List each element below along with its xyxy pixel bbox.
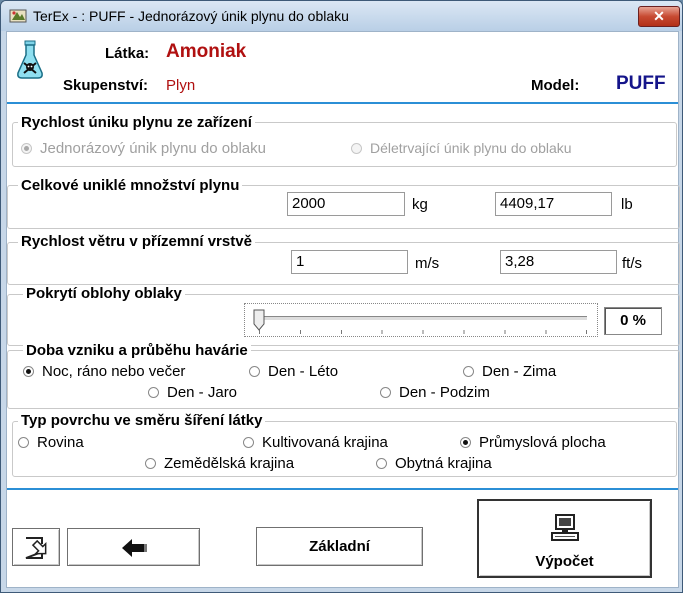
substance-label: Látka: bbox=[105, 45, 150, 62]
radio-label: Den - Léto bbox=[268, 363, 339, 380]
total-amount-title: Celkové uniklé množství plynu bbox=[18, 177, 243, 194]
radio-dot bbox=[18, 437, 29, 448]
slider-track bbox=[259, 316, 587, 321]
radio-dot bbox=[21, 143, 32, 154]
radio-industrial[interactable]: Průmyslová plocha bbox=[460, 434, 606, 451]
radio-continuous-release[interactable]: Déletrvající únik plynu do oblaku bbox=[351, 140, 572, 156]
app-window: TerEx - : PUFF - Jednorázový únik plynu … bbox=[0, 0, 683, 593]
back-button[interactable] bbox=[67, 528, 200, 566]
cloud-cover-title: Pokrytí oblohy oblaky bbox=[23, 285, 185, 302]
radio-label: Den - Podzim bbox=[399, 384, 490, 401]
slider-ticks bbox=[259, 330, 589, 334]
release-rate-title: Rychlost úniku plynu ze zařízení bbox=[18, 114, 255, 131]
calculate-button-label: Výpočet bbox=[535, 553, 594, 570]
radio-dot bbox=[249, 366, 260, 377]
radio-day-summer[interactable]: Den - Léto bbox=[249, 363, 338, 380]
cloud-cover-slider[interactable] bbox=[244, 303, 598, 337]
radio-dot bbox=[351, 142, 362, 154]
radio-agricultural[interactable]: Zemědělská krajina bbox=[145, 455, 294, 472]
phase-label: Skupenství: bbox=[63, 77, 149, 94]
radio-dot bbox=[376, 458, 387, 469]
title-bar[interactable]: TerEx - : PUFF - Jednorázový únik plynu … bbox=[1, 1, 682, 31]
time-of-event-title: Doba vzniku a průběhu havárie bbox=[23, 342, 251, 359]
unit-fts: ft/s bbox=[622, 255, 643, 272]
radio-instant-release[interactable]: Jednorázový únik plynu do oblaku bbox=[21, 140, 266, 157]
toxic-flask-icon bbox=[17, 40, 43, 79]
radio-residential[interactable]: Obytná krajina bbox=[376, 455, 492, 472]
slider-thumb[interactable] bbox=[253, 309, 265, 331]
radio-label: Déletrvající únik plynu do oblaku bbox=[370, 140, 572, 156]
radio-label: Jednorázový únik plynu do oblaku bbox=[40, 140, 266, 157]
radio-dot bbox=[463, 366, 474, 377]
exit-button[interactable] bbox=[12, 528, 60, 566]
radio-dot bbox=[460, 437, 471, 448]
radio-dot bbox=[148, 387, 159, 398]
close-button[interactable]: ✕ bbox=[638, 6, 680, 27]
app-logo-icon bbox=[9, 9, 27, 23]
radio-label: Zemědělská krajina bbox=[164, 455, 295, 472]
radio-label: Průmyslová plocha bbox=[479, 434, 606, 451]
wind-fts-input[interactable]: 3,28 bbox=[500, 250, 617, 274]
cloud-cover-readout: 0 % bbox=[604, 307, 662, 335]
radio-cultivated[interactable]: Kultivovaná krajina bbox=[243, 434, 388, 451]
radio-dot bbox=[23, 366, 34, 377]
basic-button[interactable]: Základní bbox=[256, 527, 423, 566]
radio-dot bbox=[243, 437, 254, 448]
radio-night[interactable]: Noc, ráno nebo večer bbox=[23, 363, 185, 380]
radio-label: Kultivovaná krajina bbox=[262, 434, 388, 451]
radio-dot bbox=[145, 458, 156, 469]
wind-speed-title: Rychlost větru v přízemní vrstvě bbox=[18, 233, 255, 250]
radio-label: Den - Jaro bbox=[167, 384, 238, 401]
back-arrow-icon bbox=[122, 539, 147, 557]
radio-label: Noc, ráno nebo večer bbox=[42, 363, 186, 380]
amount-lb-input[interactable]: 4409,17 bbox=[495, 192, 612, 216]
calculate-button[interactable]: Výpočet bbox=[477, 499, 652, 578]
radio-label: Den - Zima bbox=[482, 363, 557, 380]
unit-ms: m/s bbox=[415, 255, 440, 272]
amount-kg-input[interactable]: 2000 bbox=[287, 192, 405, 216]
substance-value: Amoniak bbox=[166, 41, 247, 62]
footer-divider bbox=[7, 488, 678, 490]
computer-icon bbox=[551, 514, 579, 541]
exit-icon bbox=[25, 537, 47, 559]
radio-day-autumn[interactable]: Den - Podzim bbox=[380, 384, 490, 401]
radio-label: Rovina bbox=[37, 434, 84, 451]
header-divider bbox=[7, 102, 678, 104]
radio-dot bbox=[380, 387, 391, 398]
wind-ms-input[interactable]: 1 bbox=[291, 250, 408, 274]
model-label: Model: bbox=[531, 77, 580, 94]
radio-plain[interactable]: Rovina bbox=[18, 434, 84, 451]
window-title: TerEx - : PUFF - Jednorázový únik plynu … bbox=[33, 8, 349, 24]
model-value: PUFF bbox=[616, 73, 666, 94]
unit-kg: kg bbox=[412, 196, 428, 213]
radio-day-winter[interactable]: Den - Zima bbox=[463, 363, 556, 380]
phase-value: Plyn bbox=[166, 77, 196, 94]
radio-label: Obytná krajina bbox=[395, 455, 492, 472]
basic-button-label: Základní bbox=[309, 538, 370, 555]
client-area: Látka: Amoniak Skupenství: Plyn Model: P… bbox=[6, 31, 680, 588]
unit-lb: lb bbox=[621, 196, 633, 213]
radio-day-spring[interactable]: Den - Jaro bbox=[148, 384, 237, 401]
surface-type-title: Typ povrchu ve směru šíření látky bbox=[18, 412, 266, 429]
